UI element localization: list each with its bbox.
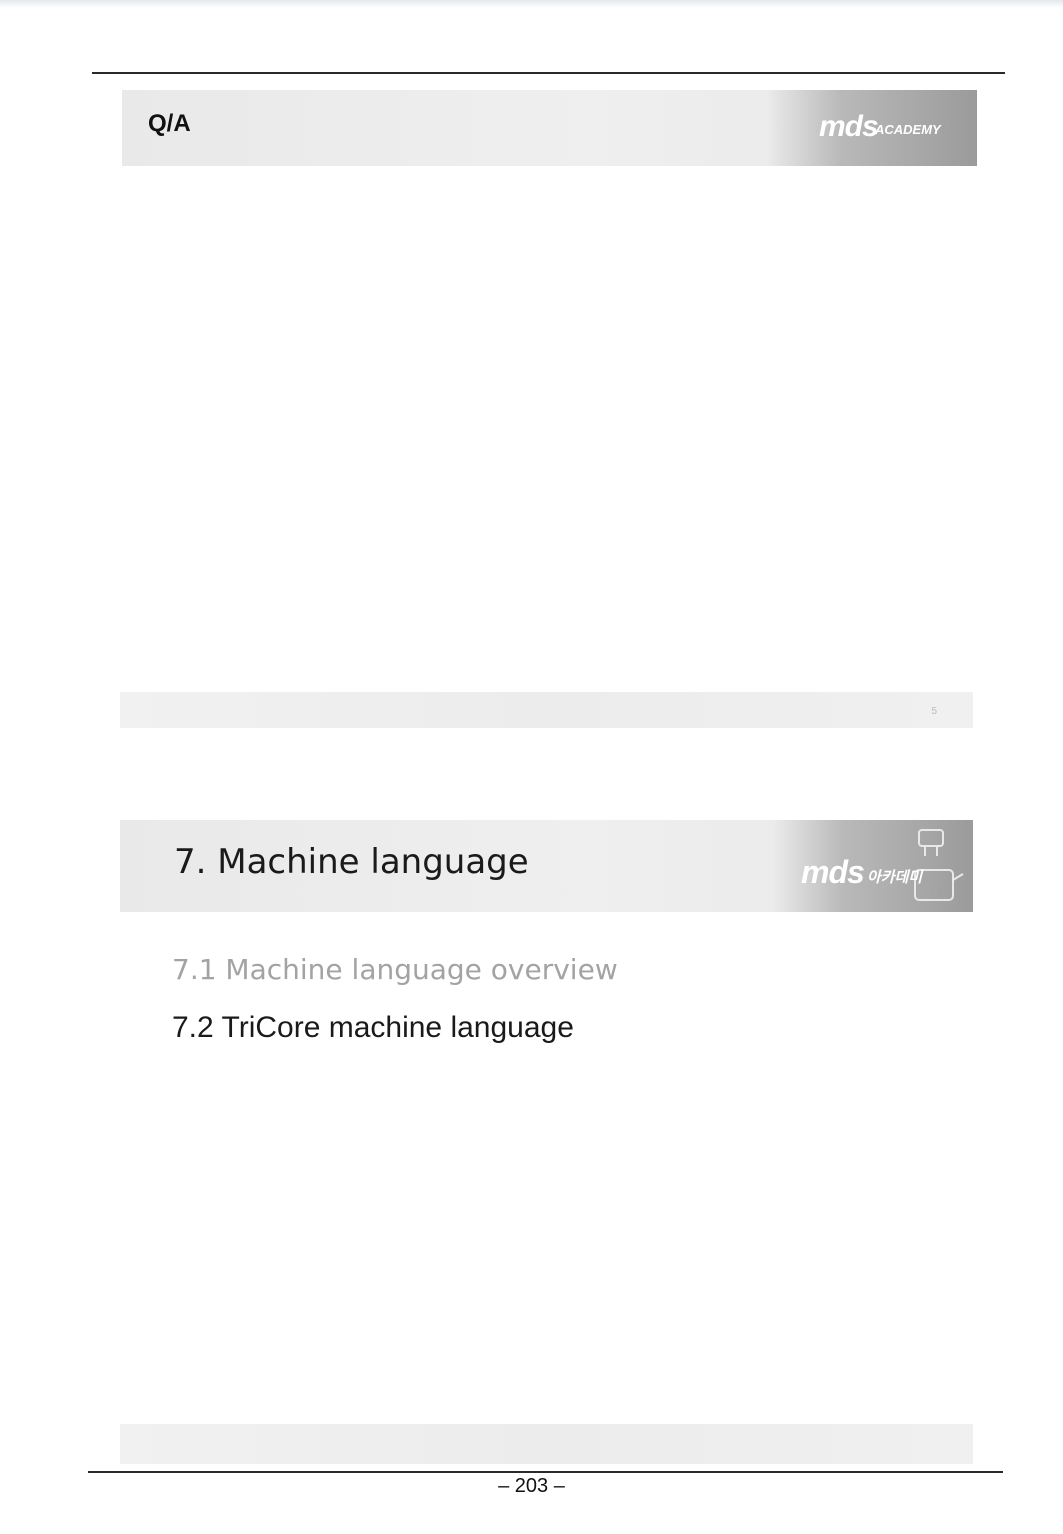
logo-subtitle: 아카데미 bbox=[867, 869, 923, 886]
toc-item-overview: 7.1 Machine language overview bbox=[172, 953, 618, 986]
slide-footer: 5 bbox=[120, 692, 973, 728]
slide-header-qa: Q/A mds ACADEMY bbox=[122, 90, 977, 166]
page-number: – 203 – bbox=[498, 1475, 565, 1497]
slide-title: Q/A bbox=[148, 110, 191, 137]
bottom-rule bbox=[88, 1471, 1003, 1473]
slide-header-section: 7. Machine language mds 아카데미 bbox=[120, 820, 973, 912]
section-title: 7. Machine language bbox=[174, 842, 529, 882]
mds-academy-logo: mds ACADEMY bbox=[767, 90, 977, 166]
mds-academy-logo: mds 아카데미 bbox=[773, 820, 973, 912]
slide-number: 5 bbox=[931, 706, 937, 717]
top-rule bbox=[92, 72, 1005, 74]
slide-footer bbox=[120, 1424, 973, 1464]
logo-subtitle: ACADEMY bbox=[875, 122, 941, 137]
scan-top-edge bbox=[0, 0, 1063, 8]
logo-brand: mds bbox=[819, 110, 879, 143]
logo-brand: mds bbox=[801, 854, 865, 890]
toc-item-tricore: 7.2 TriCore machine language bbox=[172, 1011, 574, 1044]
